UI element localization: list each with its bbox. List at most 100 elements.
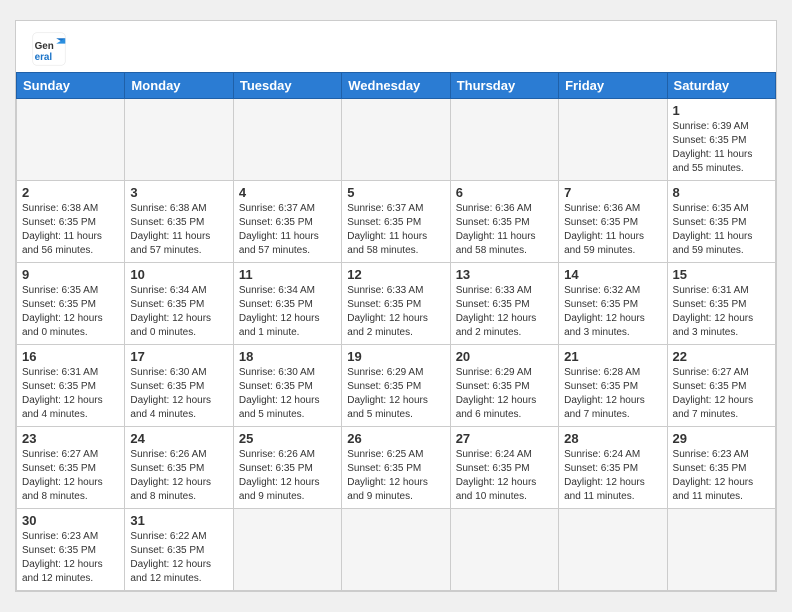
calendar-day-cell: 25Sunrise: 6:26 AM Sunset: 6:35 PM Dayli… <box>233 427 341 509</box>
day-info: Sunrise: 6:27 AM Sunset: 6:35 PM Dayligh… <box>22 448 119 504</box>
calendar-day-cell: 7 Sunrise: 6:36 AM Sunset: 6:35 PM Daylig… <box>559 181 667 263</box>
day-number: 15 <box>673 267 770 282</box>
day-info: Sunrise: 6:33 AM Sunset: 6:35 PM Dayligh… <box>347 284 444 340</box>
day-info: Sunrise: 6:30 AM Sunset: 6:35 PM Dayligh… <box>130 366 227 422</box>
calendar-day-cell: 26 Sunrise: 6:25 AM Sunset: 6:35 PM Dayli… <box>342 427 450 509</box>
day-number: 2 <box>22 185 119 200</box>
calendar-day-cell: 24 Sunrise: 6:26 AM Sunset: 6:35 PM Dayli… <box>125 427 233 509</box>
calendar-day-cell: 20 Sunrise: 6:29 AM Sunset: 6:35 PM Dayli… <box>450 345 558 427</box>
day-info: Sunrise: 6:35 AM Sunset: 6:35 PM Dayligh… <box>22 284 119 340</box>
day-number: 6 <box>456 185 553 200</box>
calendar-day-cell: 1 Sunrise: 6:39 AM Sunset: 6:35 PM Daylig… <box>667 99 775 181</box>
calendar-day-cell: 17Sunrise: 6:30 AM Sunset: 6:35 PM Dayli… <box>125 345 233 427</box>
day-info: Sunrise: 6:24 AM Sunset: 6:35 PM Dayligh… <box>456 448 553 504</box>
day-number: 1 <box>673 103 770 118</box>
calendar-day-cell <box>559 99 667 181</box>
calendar-container: Gen eral Sunday Monday Tuesday Wednesday <box>15 20 777 592</box>
calendar-table: Sunday Monday Tuesday Wednesday Thursday… <box>16 72 776 591</box>
day-info: Sunrise: 6:38 AM Sunset: 6:35 PM Dayligh… <box>22 202 119 258</box>
calendar-day-cell: 23 Sunrise: 6:27 AM Sunset: 6:35 PM Dayli… <box>17 427 125 509</box>
calendar-day-cell: 13 Sunrise: 6:33 AM Sunset: 6:35 PM Dayli… <box>450 263 558 345</box>
day-info: Sunrise: 6:38 AM Sunset: 6:35 PM Dayligh… <box>130 202 227 258</box>
calendar-week-row: 2 Sunrise: 6:38 AM Sunset: 6:35 PM Daylig… <box>17 181 776 263</box>
header-tuesday: Tuesday <box>233 73 341 99</box>
calendar-day-cell: 6 Sunrise: 6:36 AM Sunset: 6:35 PM Daylig… <box>450 181 558 263</box>
calendar-day-cell <box>342 509 450 591</box>
day-number: 3 <box>130 185 227 200</box>
day-info: Sunrise: 6:33 AM Sunset: 6:35 PM Dayligh… <box>456 284 553 340</box>
calendar-week-row: 9 Sunrise: 6:35 AM Sunset: 6:35 PM Daylig… <box>17 263 776 345</box>
calendar-day-cell: 22Sunrise: 6:27 AM Sunset: 6:35 PM Dayli… <box>667 345 775 427</box>
day-number: 5 <box>347 185 444 200</box>
day-info: Sunrise: 6:34 AM Sunset: 6:35 PM Dayligh… <box>239 284 336 340</box>
calendar-day-cell <box>17 99 125 181</box>
day-info: Sunrise: 6:37 AM Sunset: 6:35 PM Dayligh… <box>347 202 444 258</box>
day-info: Sunrise: 6:26 AM Sunset: 6:35 PM Dayligh… <box>130 448 227 504</box>
calendar-day-cell: 16 Sunrise: 6:31 AM Sunset: 6:35 PM Dayli… <box>17 345 125 427</box>
logo-area: Gen eral <box>31 31 73 67</box>
day-number: 24 <box>130 431 227 446</box>
calendar-day-cell: 12 Sunrise: 6:33 AM Sunset: 6:35 PM Dayli… <box>342 263 450 345</box>
day-info: Sunrise: 6:23 AM Sunset: 6:35 PM Dayligh… <box>22 530 119 586</box>
calendar-day-cell <box>450 99 558 181</box>
day-info: Sunrise: 6:32 AM Sunset: 6:35 PM Dayligh… <box>564 284 661 340</box>
day-info: Sunrise: 6:39 AM Sunset: 6:35 PM Dayligh… <box>673 120 770 176</box>
day-number: 27 <box>456 431 553 446</box>
day-info: Sunrise: 6:31 AM Sunset: 6:35 PM Dayligh… <box>22 366 119 422</box>
calendar-day-cell: 11 Sunrise: 6:34 AM Sunset: 6:35 PM Dayli… <box>233 263 341 345</box>
calendar-week-row: 30 Sunrise: 6:23 AM Sunset: 6:35 PM Dayli… <box>17 509 776 591</box>
day-number: 25 <box>239 431 336 446</box>
calendar-day-cell: 4 Sunrise: 6:37 AM Sunset: 6:35 PM Daylig… <box>233 181 341 263</box>
calendar-day-cell: 29Sunrise: 6:23 AM Sunset: 6:35 PM Dayli… <box>667 427 775 509</box>
day-info: Sunrise: 6:36 AM Sunset: 6:35 PM Dayligh… <box>564 202 661 258</box>
calendar-day-cell <box>667 509 775 591</box>
day-number: 29 <box>673 431 770 446</box>
header-saturday: Saturday <box>667 73 775 99</box>
day-info: Sunrise: 6:25 AM Sunset: 6:35 PM Dayligh… <box>347 448 444 504</box>
calendar-week-row: 16 Sunrise: 6:31 AM Sunset: 6:35 PM Dayli… <box>17 345 776 427</box>
day-number: 16 <box>22 349 119 364</box>
day-number: 20 <box>456 349 553 364</box>
day-info: Sunrise: 6:22 AM Sunset: 6:35 PM Dayligh… <box>130 530 227 586</box>
day-number: 26 <box>347 431 444 446</box>
day-number: 4 <box>239 185 336 200</box>
day-info: Sunrise: 6:36 AM Sunset: 6:35 PM Dayligh… <box>456 202 553 258</box>
calendar-day-cell <box>233 509 341 591</box>
day-number: 12 <box>347 267 444 282</box>
day-info: Sunrise: 6:35 AM Sunset: 6:35 PM Dayligh… <box>673 202 770 258</box>
day-number: 21 <box>564 349 661 364</box>
day-info: Sunrise: 6:29 AM Sunset: 6:35 PM Dayligh… <box>456 366 553 422</box>
svg-text:eral: eral <box>35 52 53 63</box>
calendar-day-cell: 30 Sunrise: 6:23 AM Sunset: 6:35 PM Dayli… <box>17 509 125 591</box>
calendar-day-cell: 21Sunrise: 6:28 AM Sunset: 6:35 PM Dayli… <box>559 345 667 427</box>
day-info: Sunrise: 6:34 AM Sunset: 6:35 PM Dayligh… <box>130 284 227 340</box>
day-number: 31 <box>130 513 227 528</box>
day-number: 9 <box>22 267 119 282</box>
generalblue-logo-icon: Gen eral <box>31 31 67 67</box>
calendar-week-row: 1 Sunrise: 6:39 AM Sunset: 6:35 PM Daylig… <box>17 99 776 181</box>
calendar-day-cell <box>559 509 667 591</box>
calendar-day-cell: 10Sunrise: 6:34 AM Sunset: 6:35 PM Dayli… <box>125 263 233 345</box>
calendar-day-cell: 15Sunrise: 6:31 AM Sunset: 6:35 PM Dayli… <box>667 263 775 345</box>
day-number: 11 <box>239 267 336 282</box>
calendar-header: Gen eral <box>16 21 776 72</box>
day-number: 7 <box>564 185 661 200</box>
svg-text:Gen: Gen <box>35 41 54 52</box>
weekday-header-row: Sunday Monday Tuesday Wednesday Thursday… <box>17 73 776 99</box>
day-number: 13 <box>456 267 553 282</box>
day-number: 30 <box>22 513 119 528</box>
day-info: Sunrise: 6:37 AM Sunset: 6:35 PM Dayligh… <box>239 202 336 258</box>
calendar-day-cell: 14Sunrise: 6:32 AM Sunset: 6:35 PM Dayli… <box>559 263 667 345</box>
calendar-week-row: 23 Sunrise: 6:27 AM Sunset: 6:35 PM Dayli… <box>17 427 776 509</box>
header-friday: Friday <box>559 73 667 99</box>
calendar-day-cell: 5 Sunrise: 6:37 AM Sunset: 6:35 PM Daylig… <box>342 181 450 263</box>
calendar-day-cell: 3 Sunrise: 6:38 AM Sunset: 6:35 PM Daylig… <box>125 181 233 263</box>
day-number: 23 <box>22 431 119 446</box>
day-number: 19 <box>347 349 444 364</box>
calendar-day-cell: 2 Sunrise: 6:38 AM Sunset: 6:35 PM Daylig… <box>17 181 125 263</box>
day-number: 28 <box>564 431 661 446</box>
day-info: Sunrise: 6:24 AM Sunset: 6:35 PM Dayligh… <box>564 448 661 504</box>
header-monday: Monday <box>125 73 233 99</box>
day-info: Sunrise: 6:30 AM Sunset: 6:35 PM Dayligh… <box>239 366 336 422</box>
calendar-day-cell: 28 Sunrise: 6:24 AM Sunset: 6:35 PM Dayli… <box>559 427 667 509</box>
